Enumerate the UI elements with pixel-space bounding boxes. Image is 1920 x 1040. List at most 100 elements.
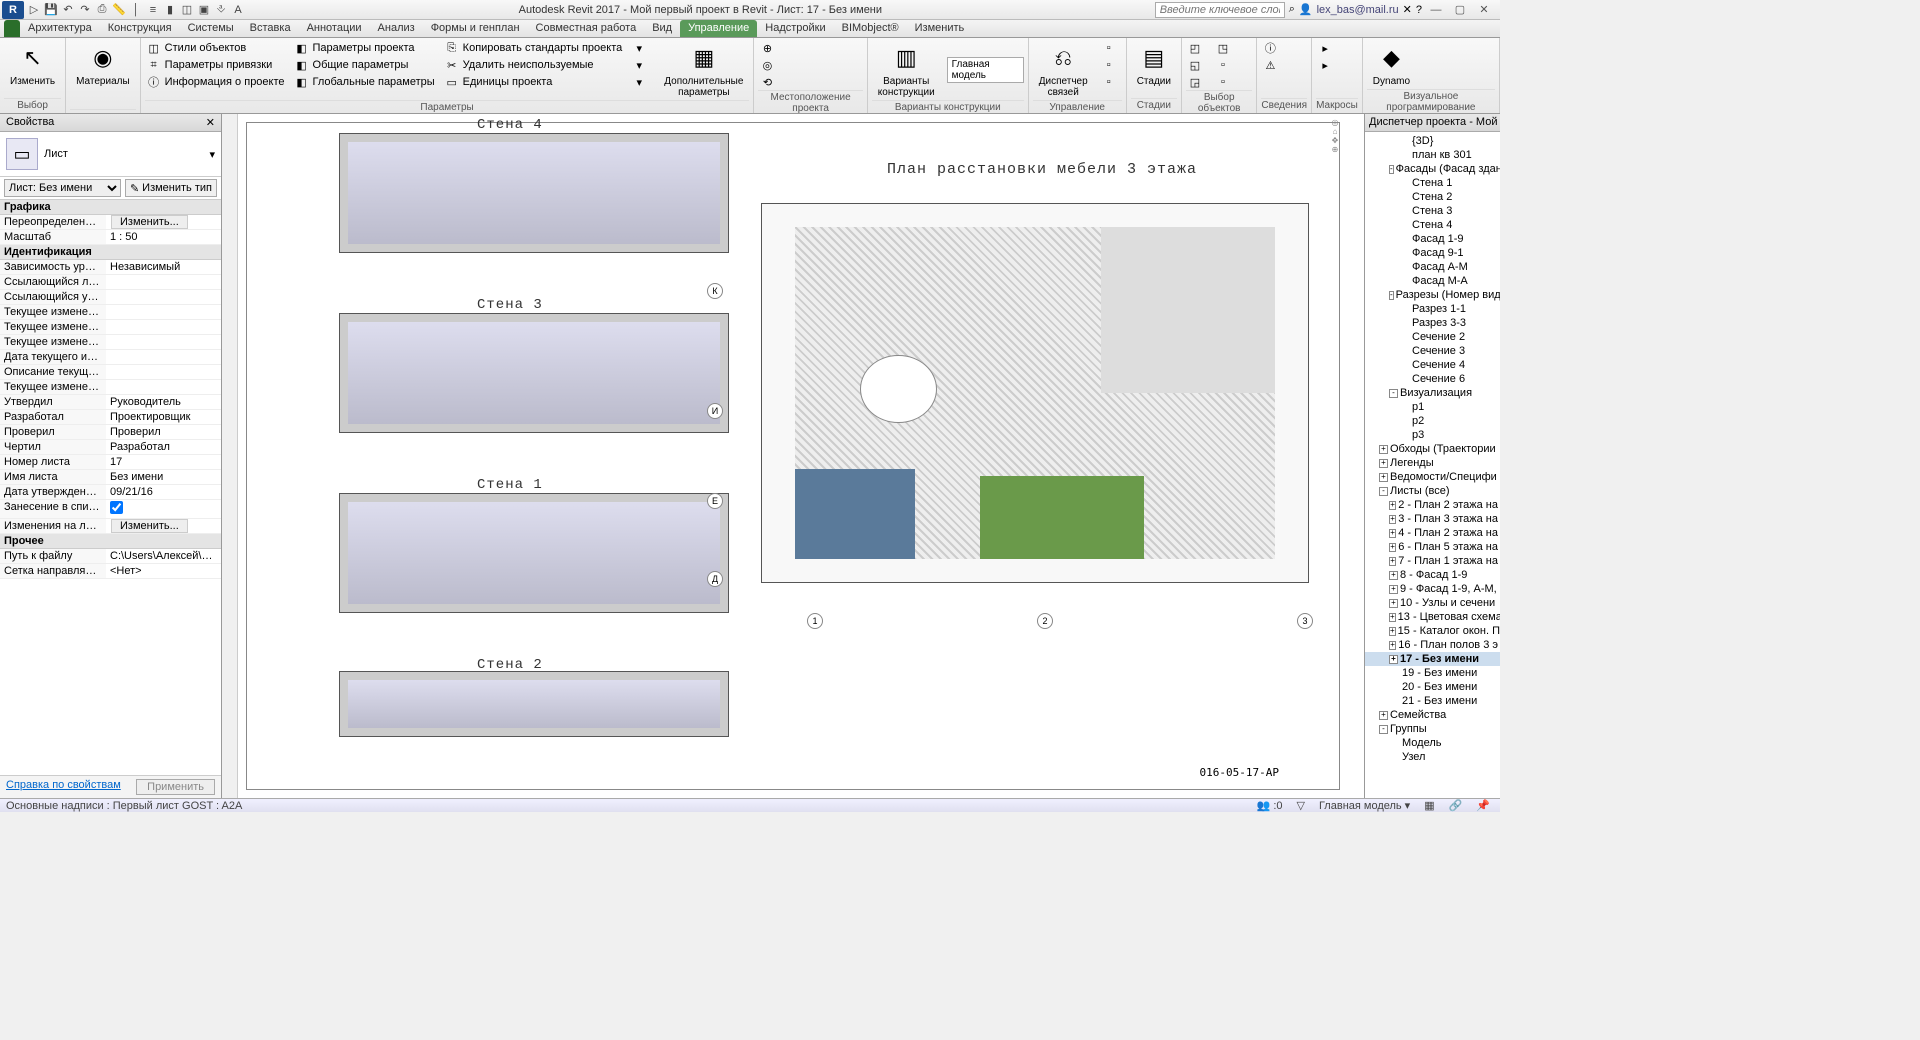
expand-icon[interactable]: + <box>1389 627 1396 636</box>
prop-row[interactable]: Номер листа17 <box>0 455 221 470</box>
ribbon-Единицы проекта[interactable]: ▭Единицы проекта <box>443 74 625 90</box>
tree-node[interactable]: +3 - План 3 этажа на <box>1365 512 1500 526</box>
tree-node[interactable]: Сечение 6 <box>1365 372 1500 386</box>
tree-node[interactable]: Сечение 2 <box>1365 330 1500 344</box>
expand-icon[interactable]: + <box>1379 459 1388 468</box>
help-icon[interactable]: A <box>230 2 246 18</box>
tree-node[interactable]: -Разрезы (Номер вид <box>1365 288 1500 302</box>
instance-selector[interactable]: Лист: Без имени <box>4 179 121 197</box>
maximize-button[interactable]: ▢ <box>1450 3 1470 16</box>
type-dropdown-icon[interactable]: ▾ <box>209 148 215 161</box>
tab-Архитектура[interactable]: Архитектура <box>20 20 100 37</box>
tab-Управление[interactable]: Управление <box>680 20 757 37</box>
pan-icon[interactable]: ✥ <box>1310 136 1360 145</box>
tree-node[interactable]: -Визуализация <box>1365 386 1500 400</box>
ribbon-small[interactable]: ▾ <box>630 74 652 90</box>
tab-Системы[interactable]: Системы <box>180 20 242 37</box>
ribbon-Информация о проекте[interactable]: ⓘИнформация о проекте <box>145 74 287 90</box>
tree-node[interactable]: +Легенды <box>1365 456 1500 470</box>
ribbon-small[interactable]: ⚠ <box>1261 57 1283 73</box>
ribbon-small[interactable]: ◰ <box>1186 40 1208 56</box>
tab-Формы и генплан[interactable]: Формы и генплан <box>423 20 528 37</box>
tree-node[interactable]: Стена 4 <box>1365 218 1500 232</box>
tree-node[interactable]: +15 - Каталог окон. П <box>1365 624 1500 638</box>
tree-node[interactable]: р1 <box>1365 400 1500 414</box>
help-search-input[interactable] <box>1155 2 1285 18</box>
prop-row[interactable]: Текущее изменение <box>0 380 221 395</box>
prop-row[interactable]: РазработалПроектировщик <box>0 410 221 425</box>
ribbon-small[interactable]: ▫ <box>1100 40 1122 56</box>
ribbon-Дополнительные-параметры[interactable]: ▦Дополнительныепараметры <box>658 40 749 100</box>
ribbon-Общие параметры[interactable]: ◧Общие параметры <box>293 57 437 73</box>
help-icon[interactable]: ? <box>1416 4 1422 16</box>
ribbon-Глобальные параметры[interactable]: ◧Глобальные параметры <box>293 74 437 90</box>
expand-icon[interactable]: + <box>1389 585 1398 594</box>
file-menu[interactable] <box>4 20 20 37</box>
apply-button[interactable]: Применить <box>136 779 215 795</box>
prop-category[interactable]: Идентификация <box>0 245 221 260</box>
expand-icon[interactable]: + <box>1389 501 1396 510</box>
prop-row[interactable]: Изменения на листеИзменить... <box>0 519 221 534</box>
ribbon-small[interactable]: ▫ <box>1214 57 1236 73</box>
ribbon-small[interactable]: ▫ <box>1214 74 1236 90</box>
ribbon-Параметры привязки[interactable]: ⌗Параметры привязки <box>145 57 287 73</box>
infocenter-icon[interactable]: ⌕ <box>1289 3 1295 16</box>
close-button[interactable]: ✕ <box>1474 3 1494 16</box>
app-logo[interactable]: R <box>2 1 24 19</box>
print-icon[interactable]: ⎙ <box>94 2 110 18</box>
expand-icon[interactable]: + <box>1379 473 1388 482</box>
prop-row[interactable]: Масштаб1 : 50 <box>0 230 221 245</box>
expand-icon[interactable]: + <box>1389 655 1398 664</box>
plan-viewport[interactable] <box>761 203 1309 583</box>
ribbon-small[interactable]: ▸ <box>1316 57 1338 73</box>
prop-row[interactable]: Имя листаБез имени <box>0 470 221 485</box>
ribbon-Dynamo[interactable]: ◆Dynamo <box>1367 40 1416 89</box>
minimize-button[interactable]: — <box>1426 4 1446 16</box>
expand-icon[interactable]: + <box>1389 529 1396 538</box>
tree-node[interactable]: +Обходы (Траектории <box>1365 442 1500 456</box>
ribbon-Параметры проекта[interactable]: ◧Параметры проекта <box>293 40 437 56</box>
ribbon-small[interactable]: ◳ <box>1214 40 1236 56</box>
prop-row[interactable]: Переопределения ви...Изменить... <box>0 215 221 230</box>
close-icon[interactable]: ▣ <box>196 2 212 18</box>
ribbon-small[interactable]: ▫ <box>1100 74 1122 90</box>
worksets-icon[interactable]: ▦ <box>1420 799 1438 812</box>
prop-row[interactable]: Путь к файлуC:\Users\Алексей\Des... <box>0 549 221 564</box>
tree-node[interactable]: 20 - Без имени <box>1365 680 1500 694</box>
zoom-icon[interactable]: ⊕ <box>1310 145 1360 154</box>
prop-row[interactable]: Ссылающийся лист <box>0 275 221 290</box>
home-icon[interactable]: ⌂ <box>1310 127 1360 136</box>
tree-node[interactable]: р3 <box>1365 428 1500 442</box>
drawing-area[interactable]: Стена 4Стена 3Стена 1Стена 2План расстан… <box>222 114 1364 798</box>
tree-node[interactable]: Сечение 3 <box>1365 344 1500 358</box>
tree-node[interactable]: -Фасады (Фасад здан <box>1365 162 1500 176</box>
tree-node[interactable]: 21 - Без имени <box>1365 694 1500 708</box>
tree-node[interactable]: +6 - План 5 этажа на <box>1365 540 1500 554</box>
prop-row[interactable]: Зависимость уровняНезависимый <box>0 260 221 275</box>
tree-node[interactable]: Фасад М-А <box>1365 274 1500 288</box>
properties-close-icon[interactable]: ✕ <box>206 116 215 129</box>
expand-icon[interactable]: + <box>1389 557 1396 566</box>
ribbon-Варианты-конструкции[interactable]: ▥Вариантыконструкции <box>872 40 941 100</box>
tree-node[interactable]: +Ведомости/Специфи <box>1365 470 1500 484</box>
ribbon-Материалы[interactable]: ◉Материалы <box>70 40 136 89</box>
ribbon-Диспетчер-связей[interactable]: ⎌Диспетчерсвязей <box>1033 40 1094 100</box>
tree-node[interactable]: Фасад 9-1 <box>1365 246 1500 260</box>
tab-Конструкция[interactable]: Конструкция <box>100 20 180 37</box>
prop-row[interactable]: Сетка направляющих<Нет> <box>0 564 221 579</box>
ribbon-small[interactable]: ◎ <box>758 57 780 73</box>
tree-node[interactable]: р2 <box>1365 414 1500 428</box>
user-label[interactable]: lex_bas@mail.ru <box>1317 4 1399 16</box>
undo-icon[interactable]: ↶ <box>60 2 76 18</box>
ribbon-small[interactable]: ▾ <box>630 40 652 56</box>
tree-node[interactable]: +17 - Без имени <box>1365 652 1500 666</box>
prop-row[interactable]: Занесение в список ... <box>0 500 221 519</box>
prop-row[interactable]: Описание текущего ... <box>0 365 221 380</box>
view-cube[interactable]: ◎ ⌂ ✥ ⊕ <box>1310 118 1360 154</box>
expand-icon[interactable]: - <box>1389 291 1394 300</box>
prop-row[interactable]: УтвердилРуководитель <box>0 395 221 410</box>
prop-category[interactable]: Графика <box>0 200 221 215</box>
ribbon-Стадии[interactable]: ▤Стадии <box>1131 40 1177 89</box>
thin-icon[interactable]: │ <box>128 2 144 18</box>
tree-node[interactable]: +9 - Фасад 1-9, А-М, <box>1365 582 1500 596</box>
